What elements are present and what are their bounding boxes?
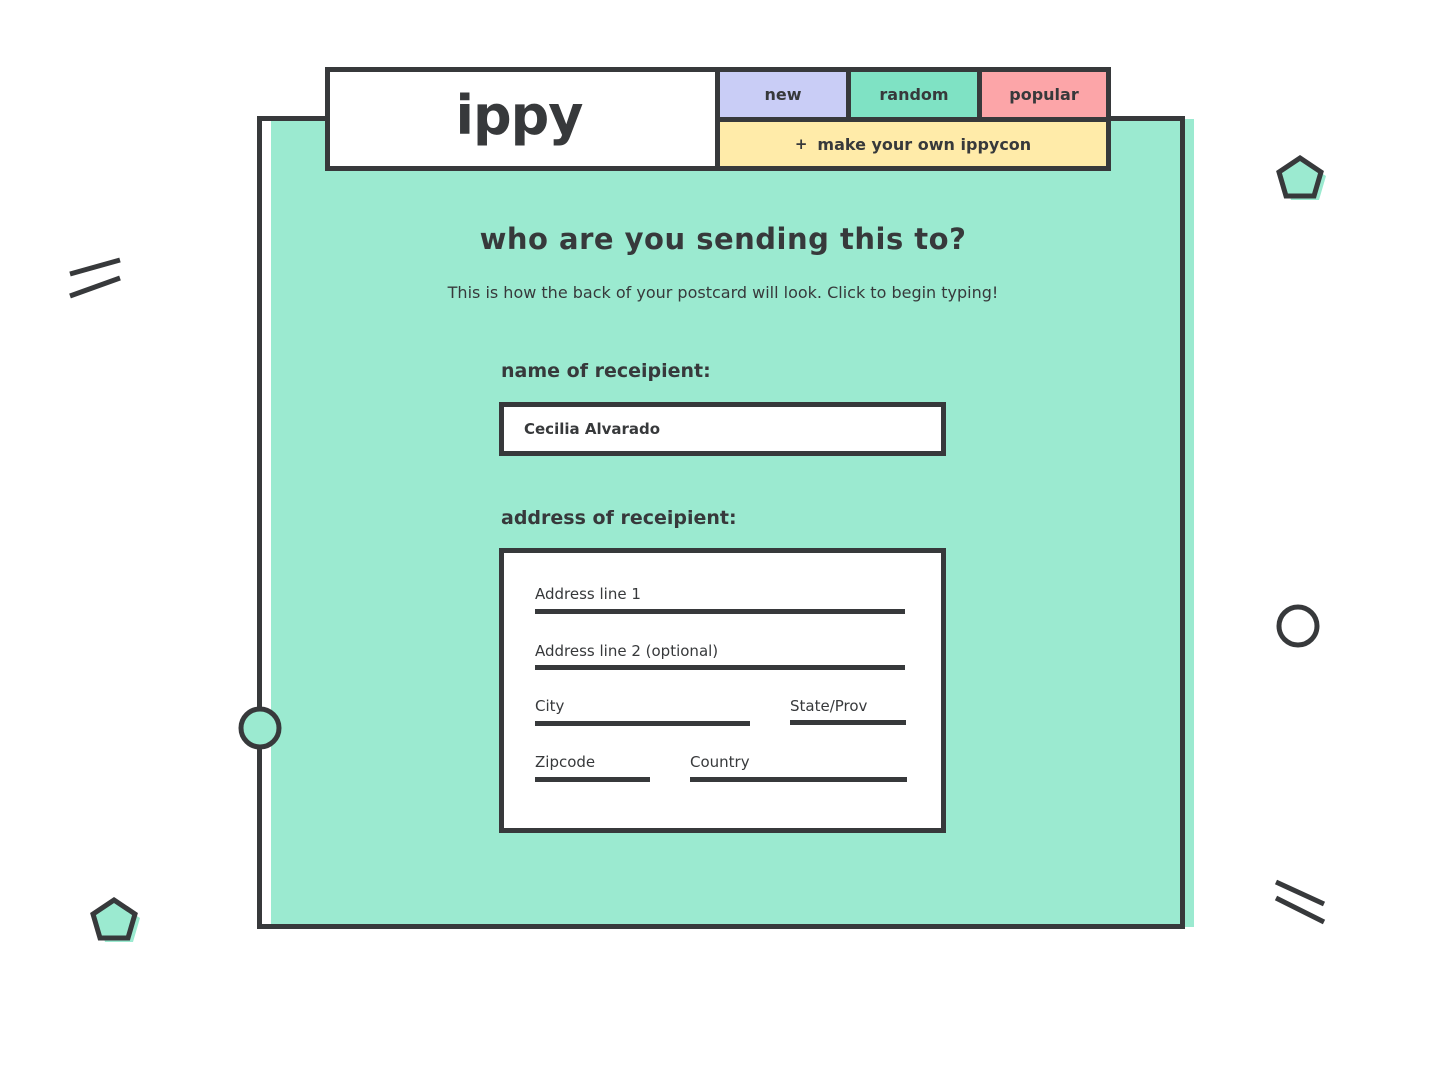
tab-new[interactable]: new (720, 72, 846, 117)
tab-random-label: random (879, 85, 949, 104)
zipcode-input[interactable] (535, 747, 650, 782)
address-line1-input[interactable] (535, 578, 905, 614)
double-line-icon (1274, 879, 1326, 925)
address-label: address of receipient: (501, 507, 737, 529)
circle-icon (1276, 604, 1320, 648)
nav-menu: new random popular + make your own ippyc… (715, 67, 1111, 171)
logo[interactable]: ippy (325, 67, 721, 171)
city-input[interactable] (535, 691, 750, 726)
circle-icon (238, 706, 282, 750)
name-label: name of receipient: (501, 360, 711, 382)
pentagon-icon (90, 896, 140, 942)
tab-random[interactable]: random (851, 72, 977, 117)
pentagon-icon (1276, 154, 1326, 200)
page-title: who are you sending this to? (479, 222, 967, 256)
tab-new-label: new (764, 85, 802, 104)
make-your-own-button[interactable]: + make your own ippycon (720, 122, 1106, 166)
logo-text: ippy (455, 83, 583, 147)
tab-popular-label: popular (1009, 85, 1079, 104)
make-your-own-label: make your own ippycon (817, 134, 1032, 154)
address-line2-input[interactable] (535, 636, 905, 670)
name-field-box (499, 402, 946, 456)
plus-icon: + (794, 135, 808, 153)
double-line-icon (69, 257, 121, 299)
address-box (499, 548, 946, 833)
name-input[interactable] (504, 407, 941, 451)
page-subtitle: This is how the back of your postcard wi… (447, 283, 999, 302)
country-input[interactable] (690, 747, 907, 782)
tab-popular[interactable]: popular (982, 72, 1106, 117)
state-input[interactable] (790, 691, 906, 725)
